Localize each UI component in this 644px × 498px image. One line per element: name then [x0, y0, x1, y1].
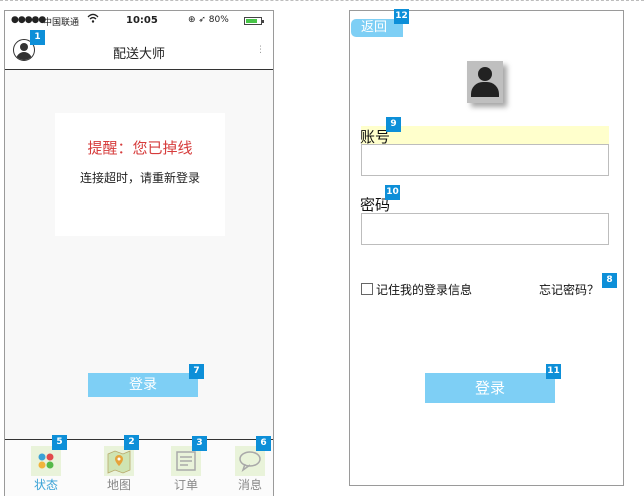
battery-icon: [244, 17, 264, 25]
wifi-icon: [87, 13, 99, 26]
tab-message[interactable]: 消息: [235, 444, 265, 492]
annotation-badge: 9: [386, 117, 401, 132]
tab-order-label: 订单: [173, 478, 198, 492]
annotation-badge: 3: [192, 436, 207, 451]
offline-alert: 提醒：您已掉线 连接超时，请重新登录: [55, 113, 225, 236]
tab-map[interactable]: 地图: [104, 444, 134, 492]
annotation-badge: 12: [394, 9, 409, 24]
tab-status-label: 状态: [33, 478, 58, 492]
tab-bar: 状态 地图 订单 消息: [5, 439, 273, 496]
password-input[interactable]: [361, 213, 609, 245]
status-right-info: ⊕ ➶ 80%: [188, 15, 229, 25]
account-input[interactable]: [361, 144, 609, 176]
annotation-badge: 5: [52, 435, 67, 450]
main-screen: ●●●●● 中国联通 10:05 ⊕ ➶ 80% 配送大师 ⋮ 提醒：您已掉线 …: [4, 10, 274, 496]
annotation-badge: 10: [385, 185, 400, 200]
login-button[interactable]: 登录: [425, 373, 555, 403]
relogin-button[interactable]: 登录: [88, 373, 198, 397]
tab-message-label: 消息: [237, 478, 262, 492]
remember-label: 记住我的登录信息: [376, 283, 473, 297]
annotation-badge: 7: [189, 364, 204, 379]
tab-map-label: 地图: [106, 478, 131, 492]
annotation-badge: 11: [546, 364, 561, 379]
map-icon: [104, 446, 134, 476]
more-icon: ⋮: [256, 45, 265, 55]
alert-message: 连接超时，请重新登录: [79, 171, 200, 185]
tab-status[interactable]: 状态: [31, 444, 61, 492]
nav-bar: 配送大师 ⋮: [5, 31, 273, 70]
annotation-badge: 1: [30, 30, 45, 45]
alert-title: 提醒：您已掉线: [87, 139, 193, 157]
tab-order[interactable]: 订单: [171, 444, 201, 492]
login-screen: 返回 账号 密码 记住我的登录信息 忘记密码？ 登录: [349, 10, 624, 486]
annotation-badge: 2: [124, 435, 139, 450]
annotation-badge: 6: [256, 436, 271, 451]
carrier-name: 中国联通: [43, 18, 80, 28]
status-time: 10:05: [126, 15, 158, 26]
user-avatar-icon: [467, 61, 503, 103]
annotation-badge: 8: [602, 273, 617, 288]
page-title: 配送大师: [112, 47, 165, 62]
status-bar: ●●●●● 中国联通 10:05 ⊕ ➶ 80%: [5, 11, 273, 31]
remember-checkbox[interactable]: [361, 283, 373, 295]
remember-me[interactable]: 记住我的登录信息: [361, 281, 472, 298]
signal-indicator: ●●●●●: [11, 15, 46, 25]
canvas-top-border: [0, 0, 644, 1]
status-icon: [31, 446, 61, 476]
forgot-password-link[interactable]: 忘记密码？: [539, 281, 599, 298]
